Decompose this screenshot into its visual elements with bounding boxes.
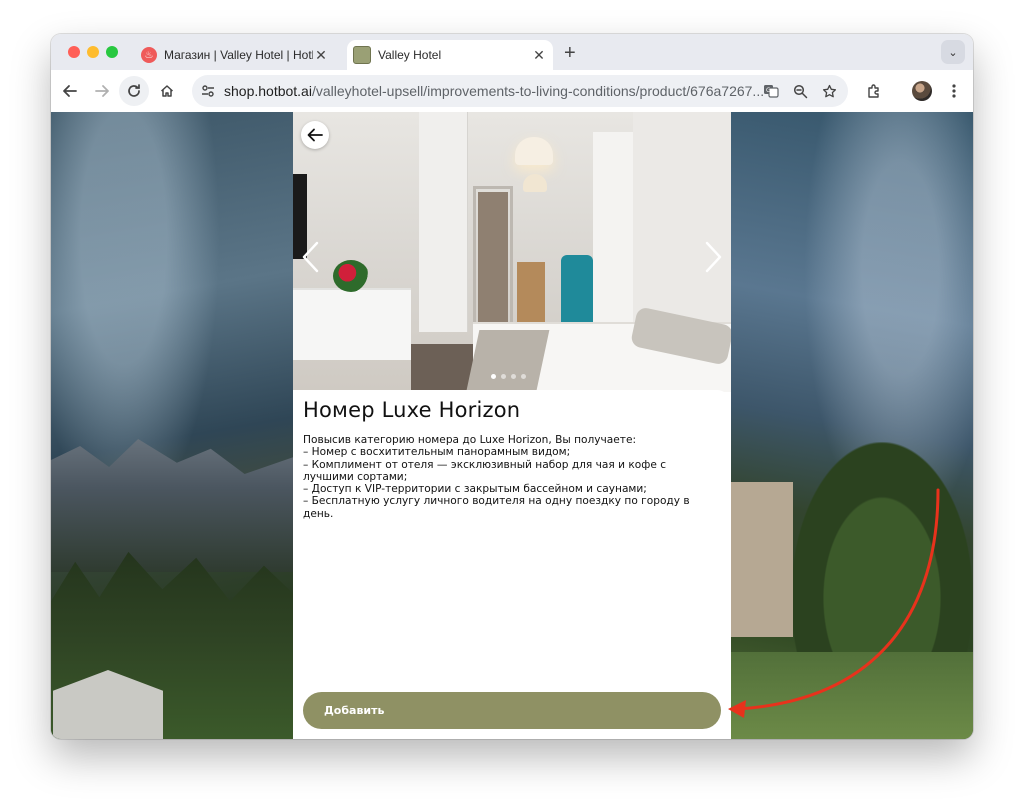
close-window-button[interactable] xyxy=(68,46,80,58)
svg-text:G: G xyxy=(766,87,771,94)
profile-avatar[interactable] xyxy=(912,81,932,101)
chevron-right-icon xyxy=(705,241,722,273)
browser-toolbar: shop.hotbot.ai/valleyhotel-upsell/improv… xyxy=(51,70,973,113)
gallery-pagination xyxy=(491,374,526,379)
tab-search-chevron-icon[interactable]: ⌄ xyxy=(941,40,965,64)
chevron-left-icon xyxy=(302,241,319,273)
product-photo-gallery[interactable] xyxy=(293,112,731,392)
description-line: – Доступ к VIP-территории с закрытым бас… xyxy=(303,483,647,496)
description-line: Повысив категорию номера до Luxe Horizon… xyxy=(303,434,637,446)
product-panel: Номер Luxe Horizon Повысив категорию ном… xyxy=(293,112,731,739)
add-to-cart-button[interactable]: Добавить xyxy=(303,692,721,729)
gallery-prev-button[interactable] xyxy=(299,240,323,274)
reload-icon[interactable] xyxy=(119,76,149,106)
address-bar[interactable]: shop.hotbot.ai/valleyhotel-upsell/improv… xyxy=(192,75,848,107)
description-line: – Бесплатную услугу личного водителя на … xyxy=(303,495,690,520)
gallery-next-button[interactable] xyxy=(701,240,725,274)
background-lawn xyxy=(731,652,973,739)
gallery-dot[interactable] xyxy=(511,374,516,379)
zoom-icon[interactable] xyxy=(790,81,810,101)
url-host: shop.hotbot.ai xyxy=(224,83,312,99)
photo-counter xyxy=(293,288,411,360)
description-line: – Номер с восхитительным панорамным видо… xyxy=(303,446,571,459)
photo-bed-runner xyxy=(466,330,550,390)
minimize-window-button[interactable] xyxy=(87,46,99,58)
bookmark-star-icon[interactable] xyxy=(819,81,839,101)
gallery-dot[interactable] xyxy=(491,374,496,379)
photo-chair xyxy=(561,255,593,325)
photo-kitchen xyxy=(593,132,633,332)
site-settings-icon[interactable] xyxy=(198,81,218,101)
tab-title: Магазин | Valley Hotel | Hotbot xyxy=(164,48,313,62)
hotel-favicon-icon xyxy=(353,46,371,64)
description-line: – Комплимент от отеля — эксклюзивный наб… xyxy=(303,458,667,483)
close-tab-icon[interactable]: ✕ xyxy=(531,47,547,64)
maximize-window-button[interactable] xyxy=(106,46,118,58)
forward-nav-icon[interactable] xyxy=(91,80,113,102)
product-title: Номер Luxe Horizon xyxy=(303,398,521,422)
close-tab-icon[interactable]: ✕ xyxy=(313,47,329,64)
menu-kebab-icon[interactable] xyxy=(943,80,965,102)
back-nav-icon[interactable] xyxy=(59,80,81,102)
product-card: Номер Luxe Horizon Повысив категорию ном… xyxy=(293,390,731,739)
back-arrow-button[interactable] xyxy=(301,121,329,149)
photo-flowers xyxy=(333,260,369,292)
tab-shop[interactable]: ♨ Магазин | Valley Hotel | Hotbot ✕ xyxy=(135,40,335,70)
tab-valley-hotel[interactable]: Valley Hotel ✕ xyxy=(347,40,553,70)
home-icon[interactable] xyxy=(156,80,178,102)
background-building xyxy=(731,482,793,637)
gallery-dot[interactable] xyxy=(521,374,526,379)
tab-strip: ♨ Магазин | Valley Hotel | Hotbot ✕ Vall… xyxy=(51,34,973,70)
extensions-puzzle-icon[interactable] xyxy=(863,80,885,102)
browser-window: ♨ Магазин | Valley Hotel | Hotbot ✕ Vall… xyxy=(51,34,973,739)
url-path: /valleyhotel-upsell/improvements-to-livi… xyxy=(311,83,765,99)
photo-wardrobe xyxy=(419,112,468,332)
photo-lamp xyxy=(523,174,547,192)
photo-door xyxy=(478,192,508,322)
url-text: shop.hotbot.ai/valleyhotel-upsell/improv… xyxy=(224,83,764,99)
tab-title: Valley Hotel xyxy=(378,48,442,62)
hotbot-favicon-icon: ♨ xyxy=(141,47,157,63)
new-tab-button[interactable]: + xyxy=(564,42,576,65)
gallery-dot[interactable] xyxy=(501,374,506,379)
page-viewport: Номер Luxe Horizon Повысив категорию ном… xyxy=(51,112,973,739)
translate-icon[interactable]: G xyxy=(761,81,781,101)
arrow-left-icon xyxy=(307,128,323,142)
product-description: Повысив категорию номера до Luxe Horizon… xyxy=(303,434,717,520)
photo-lamp xyxy=(515,137,553,165)
